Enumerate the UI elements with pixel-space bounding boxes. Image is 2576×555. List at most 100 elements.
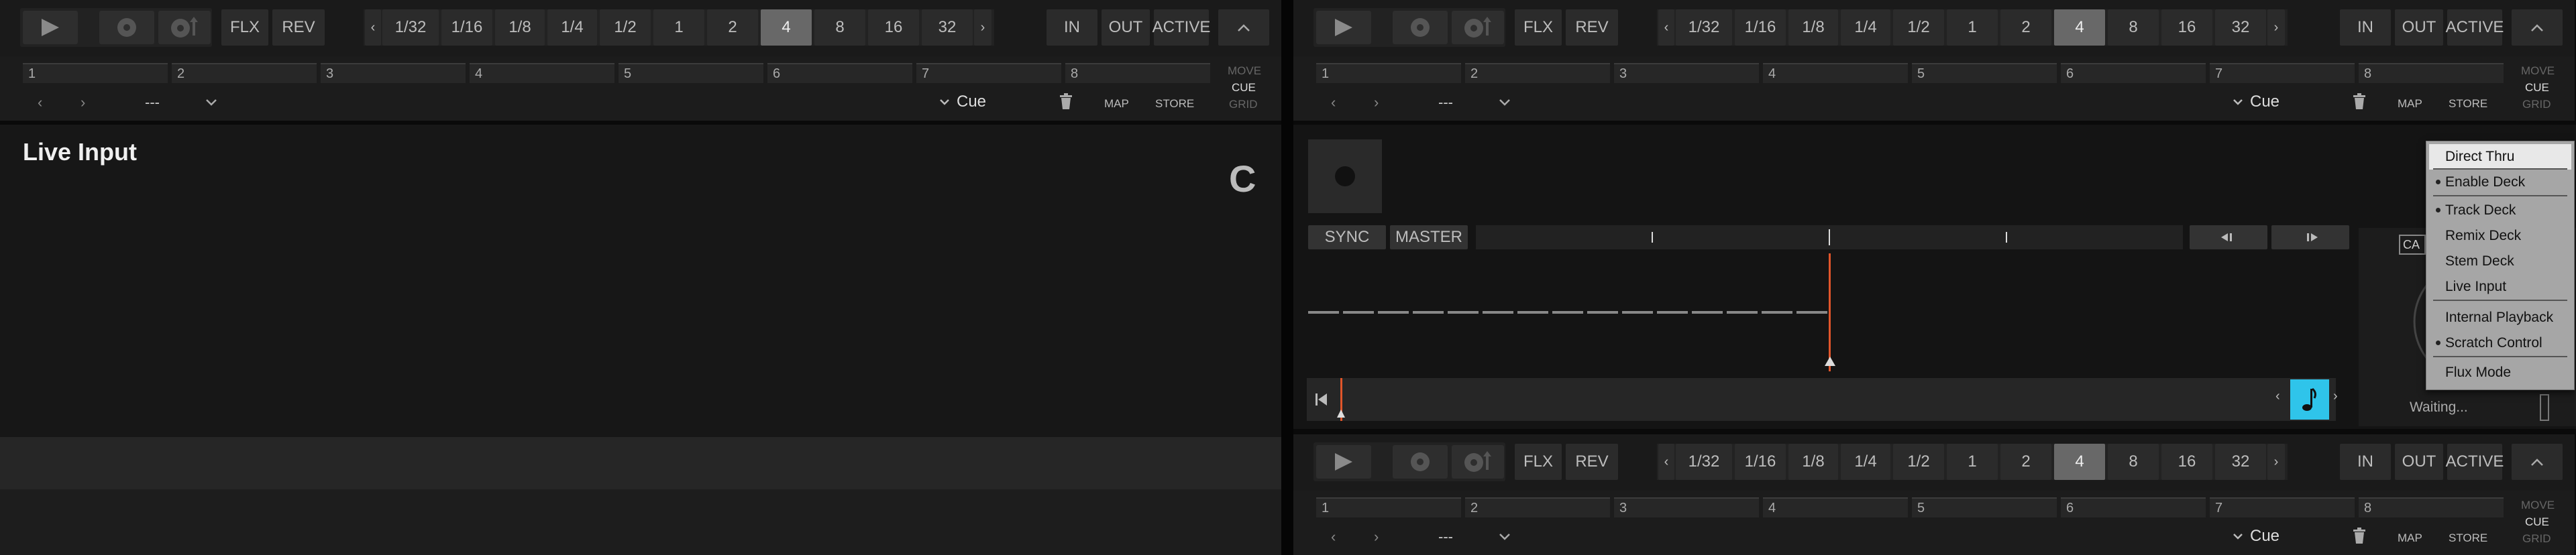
hotcue-name[interactable]: --- bbox=[145, 94, 160, 111]
hotcue-slot[interactable]: 7 bbox=[916, 63, 1061, 83]
hotcue-slot[interactable]: 8 bbox=[2359, 497, 2504, 517]
loop-size-button[interactable]: 2 bbox=[2000, 9, 2051, 46]
loop-in-button[interactable]: IN bbox=[1046, 9, 1097, 46]
grid-mode-label[interactable]: GRID bbox=[2522, 98, 2551, 111]
deck-type-menu-item[interactable]: Direct Thru bbox=[2429, 144, 2571, 170]
cue-button[interactable] bbox=[1393, 445, 1448, 479]
loop-size-next-button[interactable]: › bbox=[2267, 9, 2285, 46]
hotcue-slot[interactable]: 3 bbox=[1614, 497, 1759, 517]
loop-in-button[interactable]: IN bbox=[2340, 444, 2391, 480]
hotcue-slot[interactable]: 5 bbox=[619, 63, 763, 83]
hotcue-prev-button[interactable]: ‹ bbox=[1331, 94, 1344, 113]
loop-size-next-button[interactable]: › bbox=[974, 9, 991, 46]
loop-size-button[interactable]: 1/32 bbox=[382, 9, 439, 46]
hotcue-name-dropdown[interactable] bbox=[1499, 98, 1511, 110]
hotcue-slot[interactable]: 7 bbox=[2210, 63, 2355, 83]
hotcue-slot[interactable]: 1 bbox=[1316, 63, 1461, 83]
hotcue-slot[interactable]: 6 bbox=[2061, 497, 2206, 517]
loop-size-button[interactable]: 4 bbox=[2054, 444, 2105, 480]
deck-type-menu-item[interactable]: Remix Deck bbox=[2429, 223, 2571, 249]
loop-size-prev-button[interactable]: ‹ bbox=[1658, 444, 1674, 480]
loop-size-button[interactable]: 1/4 bbox=[547, 9, 597, 46]
loop-size-button[interactable]: 1/8 bbox=[1788, 9, 1838, 46]
loop-size-button[interactable]: 8 bbox=[2108, 9, 2159, 46]
collapse-header-button[interactable] bbox=[2512, 9, 2563, 46]
loop-size-button[interactable]: 16 bbox=[2161, 9, 2212, 46]
hotcue-slot[interactable]: 7 bbox=[2210, 497, 2355, 517]
grid-mode-label[interactable]: GRID bbox=[1229, 98, 1258, 111]
cue-button[interactable] bbox=[99, 11, 154, 44]
hotcue-slot[interactable]: 2 bbox=[1465, 497, 1610, 517]
loop-out-button[interactable]: OUT bbox=[2395, 444, 2443, 480]
play-button[interactable] bbox=[23, 11, 78, 44]
hotcue-slot[interactable]: 1 bbox=[1316, 497, 1461, 517]
loop-size-button[interactable]: 32 bbox=[2215, 444, 2266, 480]
loop-size-button[interactable]: 16 bbox=[868, 9, 919, 46]
loop-active-button[interactable]: ACTIVE bbox=[1152, 9, 1210, 46]
store-button[interactable]: STORE bbox=[2449, 97, 2487, 111]
loop-size-button[interactable]: 1 bbox=[1947, 9, 1998, 46]
beatjump-forward-button[interactable] bbox=[2271, 225, 2349, 249]
delete-cue-button[interactable] bbox=[2352, 92, 2367, 113]
loop-size-next-button[interactable]: › bbox=[2267, 444, 2285, 480]
hotcue-next-button[interactable]: › bbox=[80, 94, 94, 113]
loop-size-prev-button[interactable]: ‹ bbox=[1658, 9, 1674, 46]
jump-to-start-icon[interactable] bbox=[1313, 391, 1330, 408]
loop-active-button[interactable]: ACTIVE bbox=[2446, 9, 2504, 46]
sync-button[interactable]: SYNC bbox=[1308, 225, 1386, 249]
hotcue-slot[interactable]: 4 bbox=[1763, 63, 1908, 83]
hotcue-slot[interactable]: 2 bbox=[1465, 63, 1610, 83]
hotcue-name-dropdown[interactable] bbox=[205, 98, 217, 110]
reverse-button[interactable]: REV bbox=[1566, 9, 1618, 46]
deck-type-menu-item[interactable]: Flux Mode bbox=[2429, 360, 2571, 385]
hotcue-slot[interactable]: 8 bbox=[2359, 63, 2504, 83]
cue-type-dropdown[interactable]: Cue bbox=[939, 92, 986, 111]
cue-mode-label[interactable]: CUE bbox=[1232, 81, 1256, 95]
delete-cue-button[interactable] bbox=[2352, 527, 2367, 548]
loop-size-button[interactable]: 16 bbox=[2161, 444, 2212, 480]
deck-type-menu-item[interactable]: Stem Deck bbox=[2429, 249, 2571, 274]
hotcue-slot[interactable]: 5 bbox=[1912, 63, 2057, 83]
cup-button[interactable] bbox=[158, 11, 211, 44]
move-mode-label[interactable]: MOVE bbox=[2521, 499, 2555, 512]
hotcue-next-button[interactable]: › bbox=[1374, 94, 1387, 113]
cup-button[interactable] bbox=[1452, 11, 1504, 44]
loop-size-button[interactable]: 1/16 bbox=[1735, 444, 1786, 480]
hotcue-prev-button[interactable]: ‹ bbox=[1331, 528, 1344, 547]
keylock-prev-button[interactable]: ‹ bbox=[2275, 389, 2280, 404]
cue-type-dropdown[interactable]: Cue bbox=[2233, 92, 2279, 111]
loop-in-button[interactable]: IN bbox=[2340, 9, 2391, 46]
cue-type-dropdown[interactable]: Cue bbox=[2233, 527, 2279, 546]
hotcue-slot[interactable]: 5 bbox=[1912, 497, 2057, 517]
store-button[interactable]: STORE bbox=[1155, 97, 1194, 111]
flux-button[interactable]: FLX bbox=[1515, 444, 1562, 480]
deck-type-menu-item[interactable]: Track Deck bbox=[2429, 198, 2571, 223]
deck-type-menu-item[interactable]: Scratch Control bbox=[2429, 330, 2571, 356]
loop-size-button[interactable]: 1/8 bbox=[1788, 444, 1838, 480]
reverse-button[interactable]: REV bbox=[272, 9, 325, 46]
map-button[interactable]: MAP bbox=[2398, 97, 2422, 111]
hotcue-slot[interactable]: 1 bbox=[23, 63, 168, 83]
loop-size-prev-button[interactable]: ‹ bbox=[365, 9, 381, 46]
play-button[interactable] bbox=[1316, 445, 1371, 479]
hotcue-next-button[interactable]: › bbox=[1374, 528, 1387, 547]
loop-size-button[interactable]: 8 bbox=[2108, 444, 2159, 480]
cup-button[interactable] bbox=[1452, 445, 1504, 479]
loop-size-button[interactable]: 2 bbox=[707, 9, 758, 46]
hotcue-name[interactable]: --- bbox=[1438, 94, 1453, 111]
loop-size-button[interactable]: 2 bbox=[2000, 444, 2051, 480]
hotcue-name[interactable]: --- bbox=[1438, 528, 1453, 546]
loop-size-button[interactable]: 1/2 bbox=[1893, 444, 1944, 480]
loop-size-button[interactable]: 1/16 bbox=[441, 9, 492, 46]
cue-mode-label[interactable]: CUE bbox=[2525, 81, 2549, 95]
play-button[interactable] bbox=[1316, 11, 1371, 44]
hotcue-slot[interactable]: 3 bbox=[321, 63, 466, 83]
cue-button[interactable] bbox=[1393, 11, 1448, 44]
hotcue-slot[interactable]: 4 bbox=[470, 63, 614, 83]
loop-size-button[interactable]: 32 bbox=[922, 9, 973, 46]
hotcue-slot[interactable]: 4 bbox=[1763, 497, 1908, 517]
hotcue-slot[interactable]: 6 bbox=[2061, 63, 2206, 83]
deck-type-menu-item[interactable]: Enable Deck bbox=[2429, 170, 2571, 195]
loop-size-button[interactable]: 1/32 bbox=[1676, 444, 1732, 480]
loop-out-button[interactable]: OUT bbox=[2395, 9, 2443, 46]
